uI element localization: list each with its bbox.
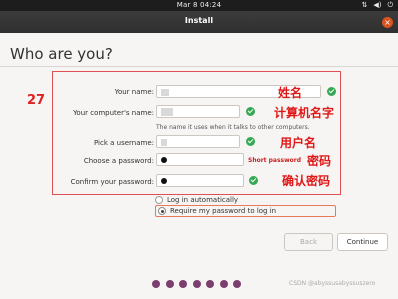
redacted-text [161, 139, 167, 146]
radio-unselected-icon[interactable] [155, 196, 163, 204]
window-title: Install [184, 16, 214, 25]
status-area[interactable]: ⇅ ◀) ⏻ [361, 1, 393, 10]
redacted-text [161, 89, 169, 96]
username-label: Pick a username: [93, 139, 154, 147]
watermark: CSDN @abyssusabyssuszero [289, 280, 376, 287]
progress-dot [192, 280, 201, 288]
computer-name-valid-check-icon [246, 107, 255, 116]
your-name-label: Your name: [114, 88, 154, 96]
password-label: Choose a password: [83, 157, 154, 165]
password-input[interactable] [156, 153, 244, 166]
callout-password: 密码 [307, 154, 332, 168]
progress-dot [179, 280, 187, 288]
password-mask-dot [161, 178, 167, 184]
confirm-password-label: Confirm your password: [70, 178, 154, 186]
callout-computer-name: 计算机名字 [274, 106, 335, 120]
confirm-password-input[interactable] [156, 174, 244, 187]
progress-dots [152, 280, 241, 288]
name-valid-check-icon [327, 87, 336, 96]
clock[interactable]: Mar 8 04:24 [0, 1, 398, 9]
username-input[interactable] [156, 135, 240, 148]
radio-selected-icon[interactable] [158, 207, 166, 215]
confirm-password-valid-check-icon [249, 176, 258, 185]
volume-icon: ◀) [373, 1, 382, 9]
close-button[interactable]: × [382, 17, 393, 28]
progress-dot [152, 280, 160, 288]
window-titlebar: Install × [0, 11, 398, 33]
computer-name-hint: The name it uses when it talks to other … [156, 124, 310, 131]
computer-name-input[interactable] [156, 105, 240, 118]
back-button[interactable]: Back [284, 233, 333, 251]
login-automatically-label: Log in automatically [167, 196, 239, 204]
password-mask-dot [161, 157, 167, 163]
page-title: Who are you? [10, 45, 113, 63]
computer-name-label: Your computer's name: [73, 109, 154, 117]
require-password-option[interactable]: Require my password to log in [155, 205, 336, 217]
callout-username: 用户名 [280, 136, 317, 150]
network-icon: ⇅ [361, 1, 368, 9]
divider [0, 66, 398, 67]
progress-dot [219, 280, 228, 288]
system-top-bar: Mar 8 04:24 ⇅ ◀) ⏻ [0, 0, 398, 11]
redacted-text [161, 108, 173, 116]
power-icon: ⏻ [387, 1, 393, 9]
callout-name: 姓名 [278, 86, 303, 100]
close-icon: × [384, 18, 391, 27]
progress-dot [233, 280, 241, 288]
progress-dot [165, 280, 174, 288]
username-valid-check-icon [246, 137, 255, 146]
progress-dot [206, 280, 214, 288]
annotation-number: 27 [27, 93, 46, 108]
require-password-label: Require my password to log in [170, 207, 277, 215]
password-strength: Short password [248, 157, 302, 164]
callout-confirm-password: 确认密码 [282, 174, 331, 188]
continue-button[interactable]: Continue [337, 233, 388, 251]
